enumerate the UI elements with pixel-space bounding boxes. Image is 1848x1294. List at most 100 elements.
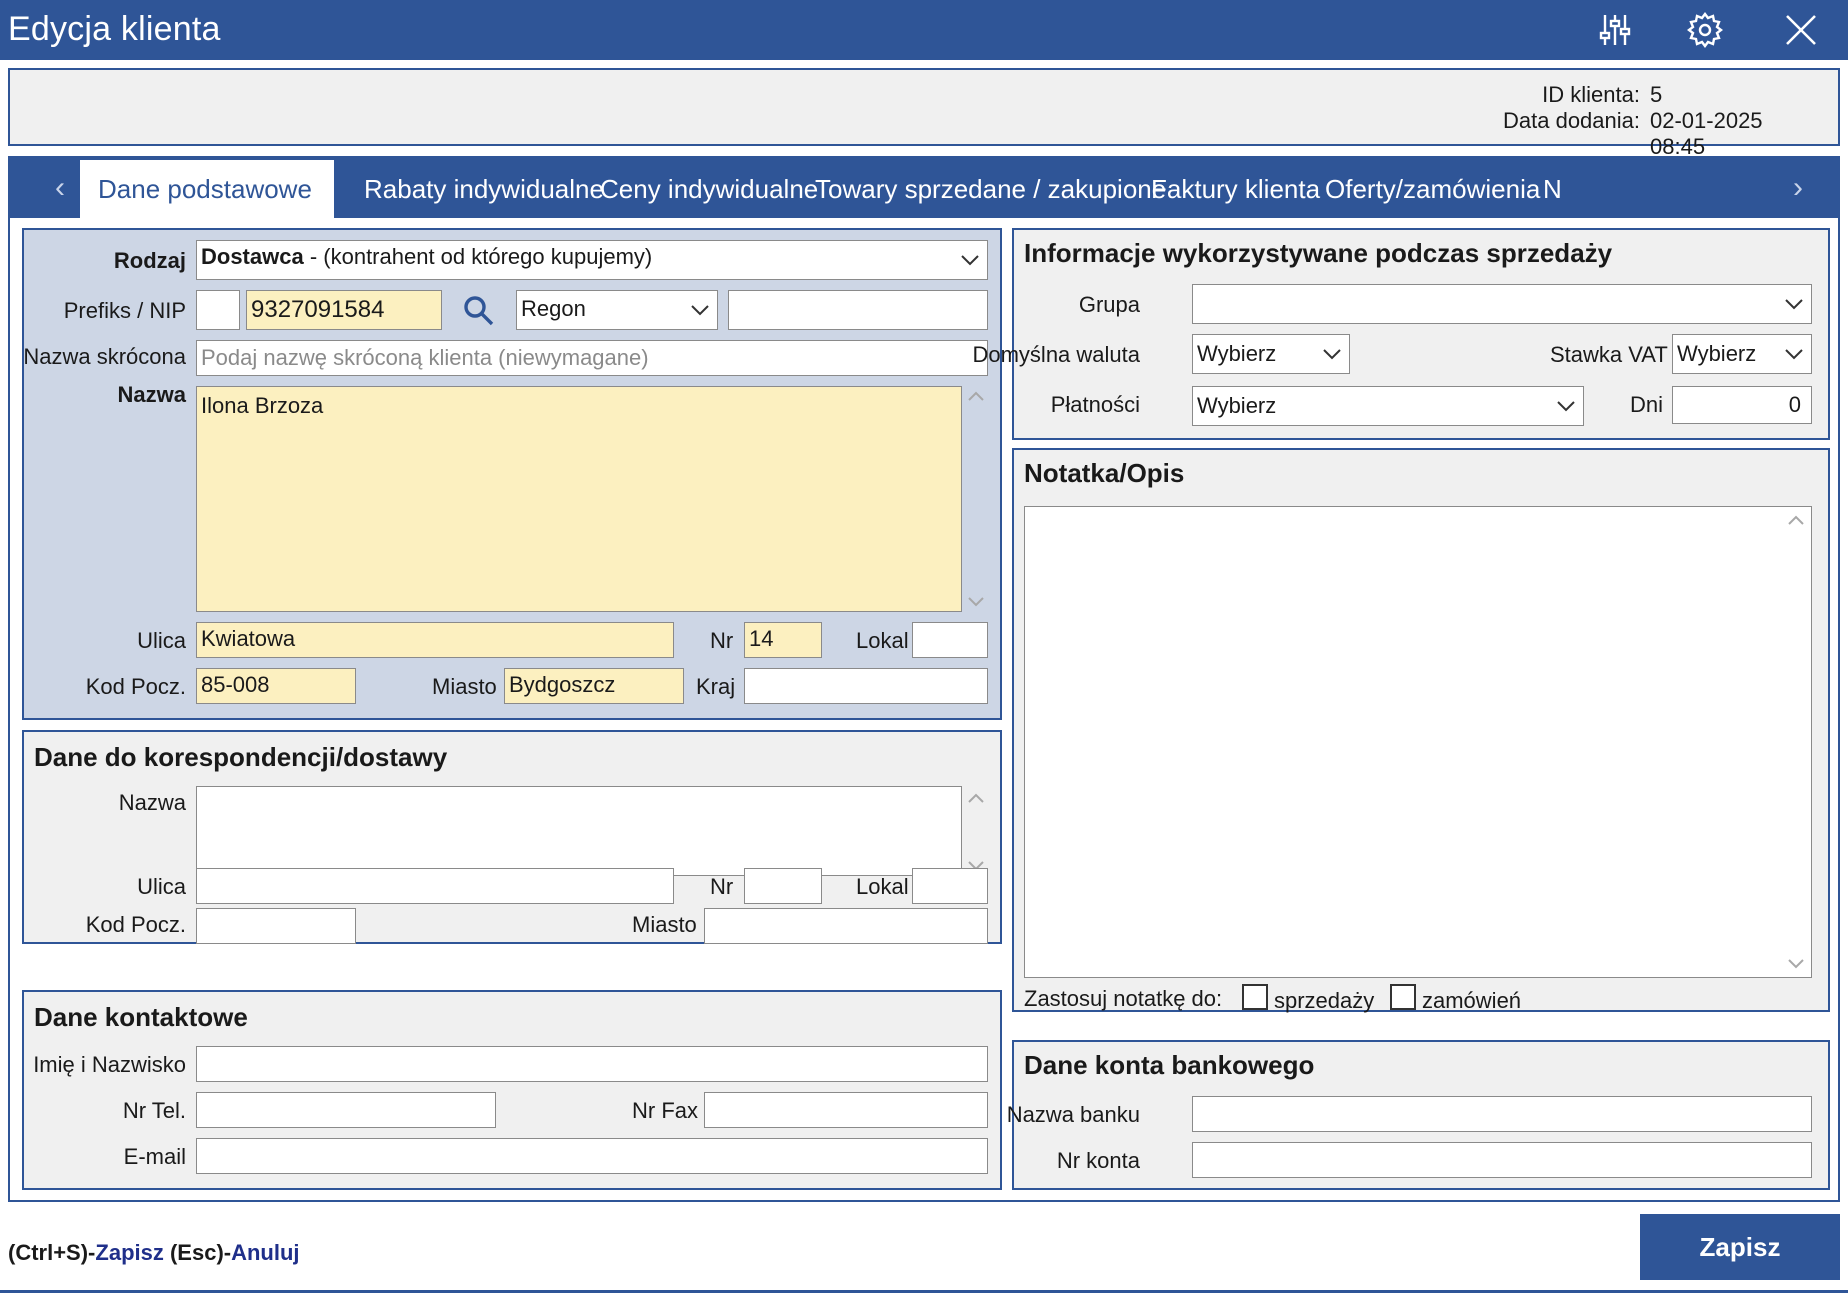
phone-input[interactable]	[196, 1092, 496, 1128]
tab-towary-sprzedane[interactable]: Towary sprzedane / zakupione	[797, 160, 1184, 218]
corr-postal-input[interactable]	[196, 908, 356, 944]
scroll-down-icon[interactable]	[967, 596, 985, 608]
group-label: Grupa	[1078, 292, 1140, 317]
corr-city-input[interactable]	[704, 908, 988, 944]
save-shortcut-key: (Ctrl+S)-	[8, 1240, 96, 1265]
gear-icon[interactable]	[1684, 9, 1726, 51]
fax-input[interactable]	[704, 1092, 988, 1128]
email-label: E-mail	[123, 1144, 186, 1169]
bank-panel: Dane konta bankowego Nazwa banku Nr kont…	[1007, 1040, 1830, 1190]
postal-input[interactable]: 85-008	[196, 668, 356, 704]
scroll-up-icon[interactable]	[967, 792, 985, 804]
country-input[interactable]	[744, 668, 988, 704]
contact-title: Dane kontaktowe	[34, 1002, 248, 1032]
tab-strip: ‹ Dane podstawowe Rabaty indywidualne Ce…	[8, 156, 1840, 218]
tab-rabaty-indywidualne[interactable]: Rabaty indywidualne	[346, 160, 622, 218]
search-icon[interactable]	[462, 294, 496, 328]
chevron-down-icon	[1323, 349, 1341, 360]
correspondence-panel: Dane do korespondencji/dostawy Nazwa Uli…	[22, 730, 1002, 944]
note-textarea[interactable]	[1024, 506, 1812, 978]
info-bar: ID klienta: 5 Data dodania: 02-01-2025 0…	[8, 68, 1840, 159]
note-title: Notatka/Opis	[1024, 458, 1185, 488]
sliders-icon[interactable]	[1594, 9, 1636, 51]
payments-label: Płatności	[1050, 392, 1140, 417]
corr-local-label: Lokal	[856, 874, 909, 899]
name-scrollbar[interactable]	[964, 390, 988, 608]
date-added-row: Data dodania: 02-01-2025 08:45	[1503, 108, 1818, 160]
local-label: Lokal	[856, 628, 909, 653]
close-icon[interactable]	[1780, 9, 1822, 51]
tab-scroll-left-icon[interactable]: ‹	[46, 168, 74, 208]
payments-select[interactable]: Wybierz	[1192, 386, 1584, 426]
corr-local-input[interactable]	[912, 868, 988, 904]
street-input[interactable]: Kwiatowa	[196, 622, 674, 658]
save-shortcut-link[interactable]: Zapisz	[95, 1240, 163, 1265]
tab-oferty-zamowienia[interactable]: Oferty/zamówienia	[1307, 160, 1558, 218]
tab-dane-podstawowe[interactable]: Dane podstawowe	[80, 160, 334, 218]
basic-data-panel: Rodzaj Dostawca - (kontrahent od którego…	[22, 228, 1002, 720]
title-bar: Edycja klienta	[0, 0, 1848, 60]
bank-name-input[interactable]	[1192, 1096, 1812, 1132]
save-button[interactable]: Zapisz	[1640, 1214, 1840, 1280]
vat-select[interactable]: Wybierz	[1672, 334, 1812, 374]
nip-label: Prefiks / NIP	[63, 298, 186, 323]
fullname-input[interactable]	[196, 1046, 988, 1082]
fax-label: Nr Fax	[632, 1098, 698, 1123]
scroll-up-icon[interactable]	[1787, 514, 1805, 526]
local-input[interactable]	[912, 622, 988, 658]
email-input[interactable]	[196, 1138, 988, 1174]
city-input[interactable]: Bydgoszcz	[504, 668, 684, 704]
currency-label: Domyślna waluta	[972, 342, 1140, 367]
rodzaj-select[interactable]: Dostawca - (kontrahent od którego kupuje…	[196, 240, 988, 280]
cancel-shortcut-link[interactable]: Anuluj	[231, 1240, 299, 1265]
scroll-down-icon[interactable]	[1787, 958, 1805, 970]
chevron-down-icon	[961, 255, 979, 266]
note-scrollbar[interactable]	[1784, 514, 1808, 970]
city-label: Miasto	[432, 674, 497, 699]
name-textarea[interactable]: Ilona Brzoza	[196, 386, 962, 612]
chevron-down-icon	[1557, 401, 1575, 412]
fullname-label: Imię i Nazwisko	[33, 1052, 186, 1077]
nip-prefix-input[interactable]	[196, 290, 240, 330]
nr-label: Nr	[710, 628, 734, 653]
corr-nr-input[interactable]	[744, 868, 822, 904]
corr-name-textarea[interactable]	[196, 786, 962, 876]
apply-orders-label[interactable]: zamówień	[1422, 988, 1521, 1014]
apply-sales-checkbox[interactable]	[1242, 984, 1268, 1010]
short-name-label: Nazwa skrócona	[23, 344, 186, 369]
apply-sales-label[interactable]: sprzedaży	[1274, 988, 1374, 1014]
short-name-placeholder: Podaj nazwę skróconą klienta (niewymagan…	[201, 345, 649, 370]
apply-orders-checkbox[interactable]	[1390, 984, 1416, 1010]
chevron-down-icon	[691, 305, 709, 316]
note-panel: Notatka/Opis Zastosuj notatkę do: sprzed…	[1012, 448, 1830, 1014]
vat-value: Wybierz	[1677, 341, 1757, 366]
client-id-label: ID klienta:	[1542, 82, 1640, 107]
correspondence-title: Dane do korespondencji/dostawy	[34, 742, 448, 772]
scroll-up-icon[interactable]	[967, 390, 985, 402]
country-label: Kraj	[696, 674, 736, 699]
nr-input[interactable]: 14	[744, 622, 822, 658]
days-label: Dni	[1630, 392, 1664, 417]
corr-postal-label: Kod Pocz.	[85, 912, 186, 937]
regon-input[interactable]	[728, 290, 988, 330]
apply-note-label: Zastosuj notatkę do:	[1024, 986, 1223, 1011]
tab-more[interactable]: N	[1525, 160, 1580, 218]
rodzaj-value-rest: - (kontrahent od którego kupujemy)	[303, 244, 653, 269]
payments-value: Wybierz	[1197, 393, 1277, 418]
tab-scroll-right-icon[interactable]: ›	[1784, 168, 1812, 208]
sales-info-title: Informacje wykorzystywane podczas sprzed…	[1024, 238, 1613, 268]
days-input[interactable]: 0	[1672, 386, 1812, 424]
corr-street-input[interactable]	[196, 868, 674, 904]
group-select[interactable]	[1192, 284, 1812, 324]
account-input[interactable]	[1192, 1142, 1812, 1178]
date-added-value: 02-01-2025 08:45	[1650, 108, 1763, 159]
corr-nr-label: Nr	[710, 874, 734, 899]
corr-name-scrollbar[interactable]	[964, 792, 988, 872]
nip-input[interactable]: 9327091584	[246, 290, 442, 330]
currency-select[interactable]: Wybierz	[1192, 334, 1350, 374]
short-name-input[interactable]: Podaj nazwę skróconą klienta (niewymagan…	[196, 340, 988, 376]
keyboard-shortcuts: (Ctrl+S)-Zapisz (Esc)-Anuluj	[8, 1240, 300, 1266]
regon-type-select[interactable]: Regon	[516, 290, 718, 330]
rodzaj-value-bold: Dostawca	[201, 244, 304, 269]
tab-content: Rodzaj Dostawca - (kontrahent od którego…	[8, 218, 1840, 1202]
